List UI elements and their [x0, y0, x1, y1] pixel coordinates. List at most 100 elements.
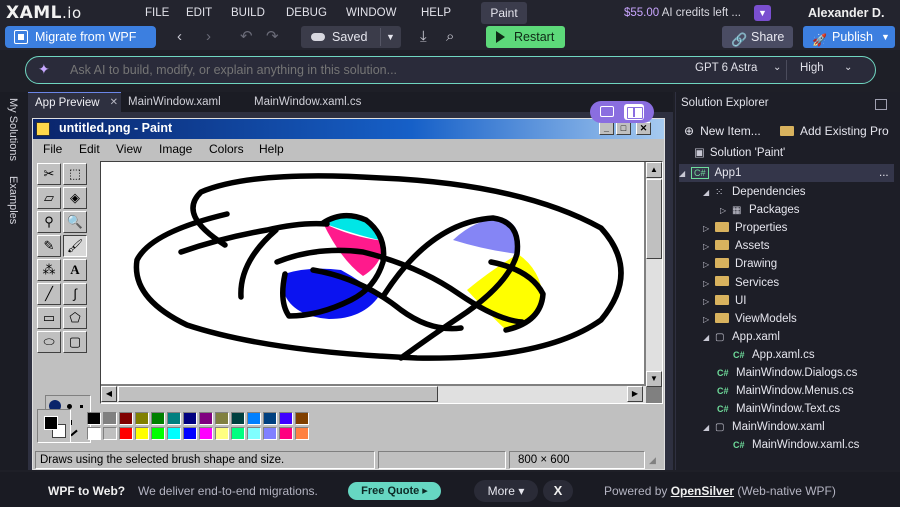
- drawing-canvas[interactable]: [101, 162, 644, 384]
- user-name[interactable]: Alexander D.: [808, 6, 884, 20]
- publish-button[interactable]: 🚀 Publish ▼: [803, 26, 895, 48]
- free-select-icon[interactable]: ✂: [37, 163, 61, 185]
- palette-swatch[interactable]: [135, 427, 149, 440]
- tab-mainwindow-xaml-cs[interactable]: MainWindow.xaml.cs: [247, 92, 377, 112]
- scroll-up-icon[interactable]: ▲: [646, 162, 662, 178]
- palette-swatch[interactable]: [215, 427, 229, 440]
- expand-arrow-icon[interactable]: ◢: [703, 329, 715, 347]
- palette-swatch[interactable]: [215, 412, 229, 425]
- palette-swatch[interactable]: [135, 412, 149, 425]
- app-logo[interactable]: XAML.io: [6, 3, 82, 23]
- palette-swatch[interactable]: [119, 427, 133, 440]
- more-icon[interactable]: ...: [879, 164, 889, 182]
- expand-arrow-icon[interactable]: ▷: [703, 275, 715, 293]
- more-button[interactable]: More ▾: [474, 480, 538, 502]
- chevron-down-icon[interactable]: ⌄: [844, 62, 852, 73]
- palette-swatch[interactable]: [231, 412, 245, 425]
- menu-build[interactable]: BUILD: [231, 7, 265, 19]
- expand-arrow-icon[interactable]: ◢: [703, 419, 715, 437]
- close-icon[interactable]: ✕: [110, 93, 118, 113]
- tree-item[interactable]: C# MainWindow.xaml.cs: [733, 436, 859, 454]
- menu-window[interactable]: WINDOW: [346, 7, 396, 19]
- color-picker-icon[interactable]: ⚲: [37, 211, 61, 233]
- eraser-icon[interactable]: ▱: [37, 187, 61, 209]
- chevron-down-icon[interactable]: ▼: [881, 26, 890, 48]
- primary-color[interactable]: [44, 416, 58, 430]
- expand-arrow-icon[interactable]: ▷: [703, 256, 715, 274]
- tree-item[interactable]: C# MainWindow.Menus.cs: [717, 382, 854, 400]
- palette-swatch[interactable]: [231, 427, 245, 440]
- redo-icon[interactable]: ↷: [266, 29, 279, 45]
- polygon-icon[interactable]: ⬠: [63, 307, 87, 329]
- palette-swatch[interactable]: [87, 412, 101, 425]
- download-icon[interactable]: ⤓: [420, 29, 427, 45]
- resize-grip-icon[interactable]: ◢: [649, 455, 656, 466]
- pencil-icon[interactable]: ✎: [37, 235, 61, 257]
- palette-swatch[interactable]: [151, 412, 165, 425]
- opensilver-link[interactable]: OpenSilver: [671, 484, 734, 498]
- tree-item[interactable]: C# App.xaml.cs: [733, 346, 815, 364]
- close-icon[interactable]: ✕: [636, 122, 651, 135]
- tree-item[interactable]: ▷ Services: [703, 274, 779, 292]
- paint-menu-view[interactable]: View: [116, 142, 142, 156]
- rounded-rect-icon[interactable]: ▢: [63, 331, 87, 353]
- palette-swatch[interactable]: [183, 412, 197, 425]
- tree-item[interactable]: ◢ ▢ App.xaml: [703, 328, 780, 346]
- tree-item[interactable]: ◢ ⁙ Dependencies: [703, 183, 806, 201]
- paint-menu-help[interactable]: Help: [259, 142, 284, 156]
- scroll-down-icon[interactable]: ▼: [646, 371, 662, 387]
- palette-swatch[interactable]: [103, 427, 117, 440]
- menu-debug[interactable]: DEBUG: [286, 7, 327, 19]
- expand-arrow-icon[interactable]: ◢: [703, 184, 715, 202]
- model-select[interactable]: GPT 6 Astra: [695, 62, 757, 74]
- menu-paint[interactable]: Paint: [481, 2, 527, 24]
- rail-tab-my-solutions[interactable]: My Solutions: [7, 98, 19, 161]
- expand-arrow-icon[interactable]: ▷: [703, 238, 715, 256]
- palette-swatch[interactable]: [103, 412, 117, 425]
- restart-button[interactable]: Restart: [486, 26, 565, 48]
- new-item-button[interactable]: ⊕ New Item...: [684, 124, 761, 138]
- credits-dropdown-icon[interactable]: ▼: [754, 5, 771, 21]
- window-view-icon[interactable]: [600, 106, 614, 117]
- menu-edit[interactable]: EDIT: [186, 7, 212, 19]
- tree-project[interactable]: ◢ C# App1...: [679, 164, 894, 182]
- brush-size-small[interactable]: [80, 405, 83, 408]
- text-tool-icon[interactable]: A: [63, 259, 87, 281]
- tree-item[interactable]: ▷ Properties: [703, 219, 787, 237]
- tree-item[interactable]: C# MainWindow.Text.cs: [717, 400, 840, 418]
- tree-item[interactable]: ▷ ViewModels: [703, 310, 797, 328]
- share-button[interactable]: 🔗 Share: [722, 26, 793, 48]
- preview-view-toggle[interactable]: [590, 101, 654, 123]
- rectangle-icon[interactable]: ▭: [37, 307, 61, 329]
- undo-icon[interactable]: ↶: [240, 29, 253, 45]
- minimize-icon[interactable]: _: [599, 122, 614, 135]
- menu-file[interactable]: FILE: [145, 7, 169, 19]
- tree-item[interactable]: ▷ ▦ Packages: [720, 201, 800, 219]
- expand-arrow-icon[interactable]: ◢: [679, 165, 691, 183]
- curve-icon[interactable]: ∫: [63, 283, 87, 305]
- vertical-scrollbar[interactable]: ▲ ▼: [646, 162, 662, 387]
- scroll-thumb[interactable]: [646, 179, 662, 259]
- ai-prompt-input[interactable]: [70, 62, 630, 78]
- scroll-thumb[interactable]: [118, 386, 438, 402]
- palette-swatch[interactable]: [263, 412, 277, 425]
- tab-mainwindow-xaml[interactable]: MainWindow.xaml: [121, 92, 241, 112]
- paint-menu-colors[interactable]: Colors: [209, 142, 244, 156]
- tree-solution[interactable]: ▣ Solution 'Paint': [694, 144, 785, 162]
- maximize-icon[interactable]: □: [616, 122, 631, 135]
- x-social-icon[interactable]: X: [543, 480, 573, 502]
- tree-item[interactable]: ▷ Drawing: [703, 255, 777, 273]
- current-colors[interactable]: [37, 409, 71, 443]
- free-quote-button[interactable]: Free Quote ▸: [348, 482, 441, 500]
- tab-app-preview[interactable]: App Preview ✕: [28, 92, 121, 112]
- chevron-down-icon[interactable]: ▼: [386, 26, 395, 48]
- palette-swatch[interactable]: [279, 412, 293, 425]
- ellipse-icon[interactable]: ⬭: [37, 331, 61, 353]
- search-icon[interactable]: ⌕: [446, 29, 454, 45]
- palette-swatch[interactable]: [295, 427, 309, 440]
- fill-bucket-icon[interactable]: ◈: [63, 187, 87, 209]
- expand-arrow-icon[interactable]: ▷: [720, 202, 732, 220]
- airbrush-icon[interactable]: ⁂: [37, 259, 61, 281]
- magnifier-icon[interactable]: 🔍: [63, 211, 87, 233]
- tree-item[interactable]: ▷ Assets: [703, 237, 770, 255]
